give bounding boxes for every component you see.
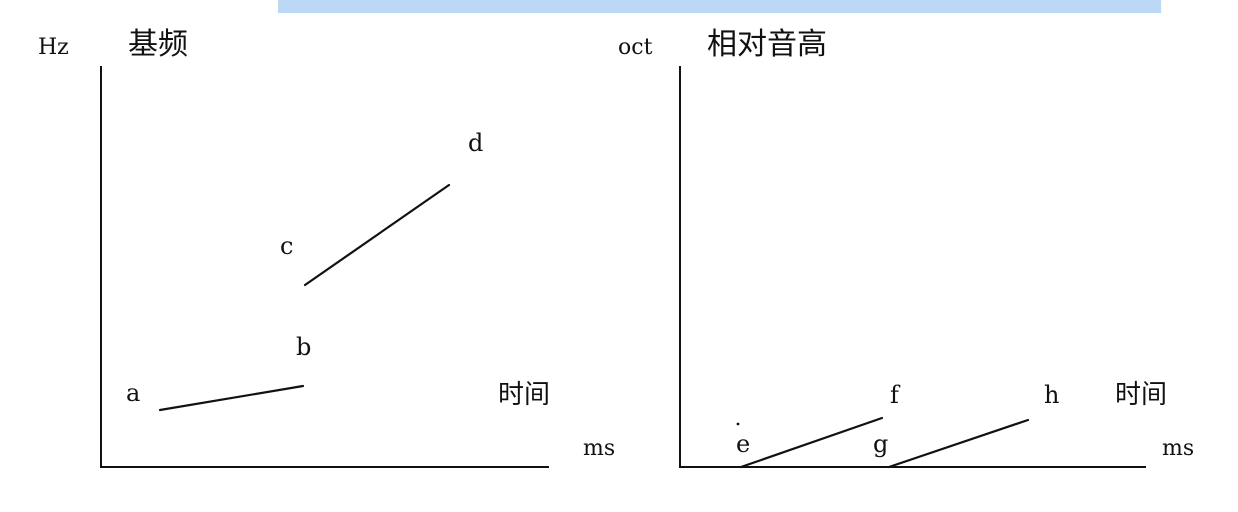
right-y-label: 相对音高 — [707, 27, 827, 62]
segment-a-b — [158, 384, 305, 412]
left-y-label: 基频 — [128, 27, 188, 62]
right-panel: oct 相对音高 时间 ms e f g h — [618, 27, 1194, 469]
left-x-label: 时间 — [498, 380, 550, 410]
left-x-unit: ms — [583, 436, 615, 461]
point-label-g: g — [873, 430, 888, 458]
point-label-c: c — [280, 232, 293, 260]
pitch-diagram: Hz 基频 时间 ms a b c d oct 相对音高 时间 ms e f g… — [38, 27, 1194, 469]
left-y-unit: Hz — [38, 35, 69, 60]
stray-dot — [736, 422, 740, 426]
right-x-label: 时间 — [1115, 380, 1167, 410]
point-label-a: a — [126, 379, 140, 407]
point-label-d: d — [468, 129, 483, 157]
left-panel: Hz 基频 时间 ms a b c d — [38, 27, 615, 468]
point-label-b: b — [296, 333, 311, 361]
point-label-e: e — [736, 430, 750, 458]
right-x-unit: ms — [1162, 436, 1194, 461]
segment-g-h — [887, 418, 1030, 469]
segment-e-f — [739, 416, 884, 469]
point-label-f: f — [890, 381, 901, 409]
point-label-h: h — [1044, 381, 1059, 409]
right-y-unit: oct — [618, 35, 653, 60]
segment-c-d — [303, 183, 451, 287]
